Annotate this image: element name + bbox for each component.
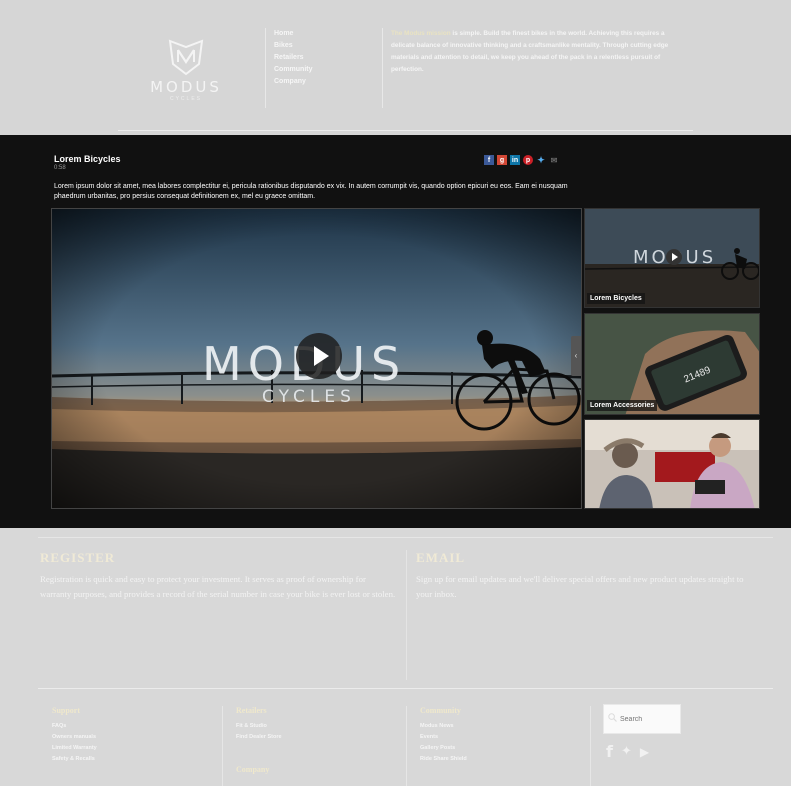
footer-link[interactable]: Owners manuals bbox=[52, 732, 222, 743]
play-button[interactable] bbox=[296, 333, 342, 379]
nav-item-home[interactable]: Home bbox=[274, 28, 375, 40]
facebook-icon[interactable]: f bbox=[484, 155, 494, 165]
footer-link[interactable]: Ride Share Shield bbox=[420, 754, 590, 765]
email-title[interactable]: EMAIL bbox=[416, 550, 756, 566]
footer-link[interactable]: Events bbox=[420, 732, 590, 743]
register-body: Registration is quick and easy to protec… bbox=[40, 574, 396, 599]
footer-divider bbox=[38, 688, 773, 689]
search-icon bbox=[608, 713, 617, 722]
email-icon[interactable]: ✉ bbox=[549, 155, 559, 165]
thumbnail-caption: Lorem Accessories bbox=[587, 400, 658, 411]
footer-social-links: f ✦ ▶ bbox=[606, 742, 649, 761]
nav-item-bikes[interactable]: Bikes bbox=[274, 40, 375, 52]
footer-link[interactable]: Limited Warranty bbox=[52, 743, 222, 754]
footer-community-title: Community bbox=[420, 706, 461, 715]
header-divider bbox=[118, 130, 693, 131]
video-player[interactable]: MODUS CYCLES bbox=[51, 208, 582, 509]
register-block: REGISTER Registration is quick and easy … bbox=[40, 550, 407, 680]
twitter-icon[interactable]: ✦ bbox=[621, 744, 632, 759]
google-plus-icon[interactable]: g bbox=[497, 155, 507, 165]
playlist-toggle-button[interactable]: ‹ bbox=[571, 336, 581, 376]
footer-link[interactable]: Modus News bbox=[420, 721, 590, 732]
thumbnail-caption: Lorem Bicycles bbox=[587, 293, 645, 304]
footer-link[interactable]: FAQs bbox=[52, 721, 222, 732]
nav-item-retailers[interactable]: Retailers bbox=[274, 52, 375, 64]
footer-support-column: Support FAQs Owners manuals Limited Warr… bbox=[52, 706, 223, 786]
footer-link[interactable]: Find Dealer Store bbox=[236, 732, 406, 743]
linkedin-icon[interactable]: in bbox=[510, 155, 520, 165]
nav-item-community[interactable]: Community bbox=[274, 64, 375, 76]
footer-retailers-title: Retailers bbox=[236, 706, 267, 715]
facebook-icon[interactable]: f bbox=[606, 742, 613, 761]
nav-item-company[interactable]: Company bbox=[274, 76, 375, 88]
twitter-icon[interactable]: ✦ bbox=[536, 155, 546, 165]
video-description: Lorem ipsum dolor sit amet, mea labores … bbox=[54, 183, 568, 200]
logo-subtitle: CYCLES bbox=[169, 96, 202, 102]
youtube-icon[interactable]: ▶ bbox=[640, 745, 649, 759]
playlist-item-bicycles[interactable]: MODUS Lorem Bicycles bbox=[584, 208, 760, 308]
footer-link[interactable]: Gallery Posts bbox=[420, 743, 590, 754]
video-duration: 0:58 bbox=[54, 165, 66, 171]
main-nav: Home Bikes Retailers Community Company bbox=[265, 28, 375, 108]
playlist-item-people[interactable] bbox=[584, 419, 760, 509]
share-bar: f g in p ✦ ✉ bbox=[484, 154, 559, 166]
modus-logo[interactable]: MODUS CYCLES bbox=[140, 36, 232, 106]
player-brand-subtitle: CYCLES bbox=[262, 387, 356, 407]
pinterest-icon[interactable]: p bbox=[523, 155, 533, 165]
footer-retailers-column: Retailers Fit & Studio Find Dealer Store… bbox=[236, 706, 407, 786]
email-body: Sign up for email updates and we'll deli… bbox=[416, 574, 744, 599]
mission-accent: The Modus mission bbox=[391, 30, 451, 37]
footer-community-column: Community Modus News Events Gallery Post… bbox=[420, 706, 591, 786]
footer-support-title: Support bbox=[52, 706, 81, 715]
play-icon bbox=[314, 346, 329, 366]
section-divider bbox=[38, 537, 773, 538]
logo-wordmark: MODUS bbox=[150, 78, 222, 96]
playlist-item-accessories[interactable]: 21489 Lorem Accessories bbox=[584, 313, 760, 415]
video-title: Lorem Bicycles bbox=[54, 154, 121, 164]
register-title[interactable]: REGISTER bbox=[40, 550, 406, 566]
thumbnail-image bbox=[585, 420, 759, 508]
shield-icon bbox=[168, 39, 204, 76]
footer-link[interactable]: Fit & Studio bbox=[236, 721, 406, 732]
site-header: MODUS CYCLES Home Bikes Retailers Commun… bbox=[0, 0, 791, 135]
email-block: EMAIL Sign up for email updates and we'l… bbox=[416, 550, 756, 680]
footer-link[interactable]: Safety & Recalls bbox=[52, 754, 222, 765]
footer-company-title: Company bbox=[236, 765, 270, 774]
thumbnail-play-icon bbox=[666, 249, 682, 265]
mission-statement: The Modus mission is simple. Build the f… bbox=[382, 28, 682, 108]
